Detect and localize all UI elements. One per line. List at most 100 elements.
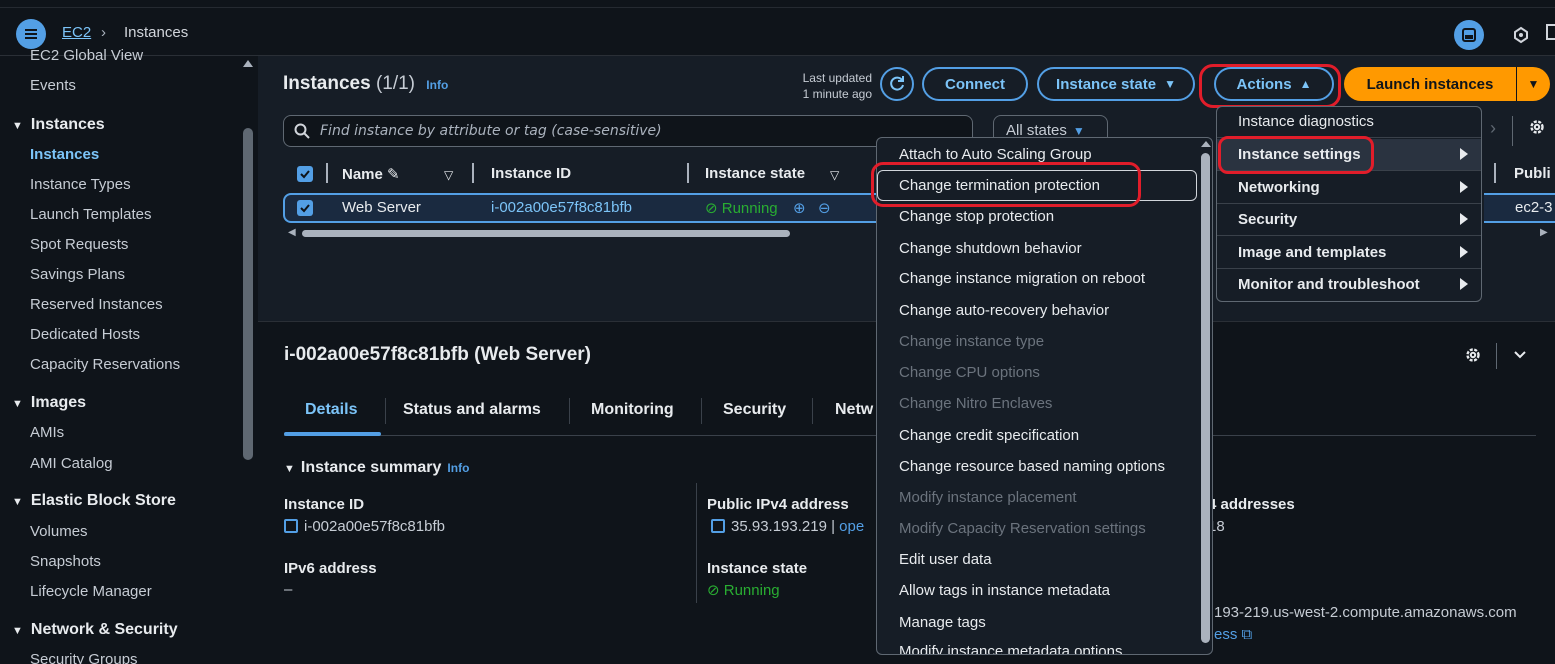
sidebar-group-instances[interactable]: ▼ Instances bbox=[12, 116, 105, 134]
last-updated-time: 1 minute ago bbox=[802, 87, 872, 101]
sidebar-item-ec2-global-view[interactable]: EC2 Global View bbox=[30, 47, 143, 64]
row-checkbox[interactable] bbox=[297, 200, 313, 216]
sidebar-item-reserved-instances[interactable]: Reserved Instances bbox=[30, 296, 163, 313]
column-divider bbox=[687, 163, 689, 183]
sidebar-scrollbar[interactable] bbox=[243, 128, 253, 460]
sidebar-group-images[interactable]: ▼ Images bbox=[12, 394, 86, 412]
details-settings-gear-icon[interactable] bbox=[1464, 346, 1482, 368]
table-horizontal-scrollbar[interactable] bbox=[302, 230, 790, 237]
menu-item-change-stop-protection[interactable]: Change stop protection bbox=[899, 208, 1054, 225]
column-header-instance-id[interactable]: Instance ID bbox=[491, 165, 571, 182]
tab-monitoring[interactable]: Monitoring bbox=[591, 401, 674, 419]
filter-caret-icon[interactable]: ▽ bbox=[830, 168, 839, 182]
menu-item-change-credit-specification[interactable]: Change credit specification bbox=[899, 427, 1079, 444]
column-header-instance-state[interactable]: Instance state bbox=[705, 165, 805, 182]
select-all-checkbox[interactable] bbox=[297, 166, 313, 182]
notifications-icon[interactable] bbox=[1510, 24, 1532, 46]
sidebar-item-instance-types[interactable]: Instance Types bbox=[30, 176, 131, 193]
menu-item-change-shutdown-behavior[interactable]: Change shutdown behavior bbox=[899, 240, 1082, 257]
cell-public-dns: ec2-3 bbox=[1515, 199, 1553, 216]
sidebar-item-spot-requests[interactable]: Spot Requests bbox=[30, 236, 128, 253]
instances-info-link[interactable]: Info bbox=[426, 78, 448, 92]
menu-item-attach-asg[interactable]: Attach to Auto Scaling Group bbox=[899, 146, 1092, 163]
chevron-down-icon[interactable] bbox=[1512, 348, 1528, 365]
sidebar-item-volumes[interactable]: Volumes bbox=[30, 523, 88, 540]
launch-dropdown-button[interactable]: ▼ bbox=[1516, 67, 1550, 101]
breadcrumb-ec2-link[interactable]: EC2 bbox=[62, 24, 91, 41]
sidebar-item-dedicated-hosts[interactable]: Dedicated Hosts bbox=[30, 326, 140, 343]
panel-toggle-icon[interactable] bbox=[1454, 20, 1484, 50]
menu-item-change-auto-recovery[interactable]: Change auto-recovery behavior bbox=[899, 302, 1109, 319]
column-divider bbox=[472, 163, 474, 183]
submenu-scrollbar[interactable] bbox=[1201, 153, 1210, 643]
sidebar-item-lifecycle-manager[interactable]: Lifecycle Manager bbox=[30, 583, 152, 600]
menu-item-allow-tags-metadata[interactable]: Allow tags in instance metadata bbox=[899, 582, 1110, 599]
menu-item-manage-tags[interactable]: Manage tags bbox=[899, 614, 986, 631]
launch-instances-button[interactable]: Launch instances bbox=[1344, 67, 1516, 101]
menu-item-instance-settings[interactable]: Instance settings bbox=[1238, 146, 1361, 163]
submenu-arrow-icon bbox=[1460, 246, 1468, 258]
tab-networking[interactable]: Netw bbox=[835, 401, 873, 419]
column-divider bbox=[326, 163, 328, 183]
menu-item-security[interactable]: Security bbox=[1238, 211, 1297, 228]
submenu-arrow-icon bbox=[1460, 278, 1468, 290]
menu-divider bbox=[1217, 235, 1481, 236]
table-settings-gear-icon[interactable] bbox=[1528, 118, 1546, 140]
next-page-icon[interactable]: › bbox=[1490, 118, 1496, 139]
instance-state-button[interactable]: Instance state ▼ bbox=[1037, 67, 1195, 101]
sidebar-item-amis[interactable]: AMIs bbox=[30, 424, 64, 441]
zoom-out-icon[interactable]: ⊖ bbox=[818, 199, 831, 217]
menu-item-change-migration-on-reboot[interactable]: Change instance migration on reboot bbox=[899, 270, 1145, 287]
caret-down-icon: ▼ bbox=[12, 496, 23, 508]
search-input[interactable] bbox=[320, 116, 960, 146]
divider bbox=[1496, 343, 1497, 369]
sidebar-item-events[interactable]: Events bbox=[30, 77, 76, 94]
sidebar-item-launch-templates[interactable]: Launch Templates bbox=[30, 206, 151, 223]
sidebar-group-elastic-block-store[interactable]: ▼ Elastic Block Store bbox=[12, 492, 176, 510]
copy-icon[interactable] bbox=[284, 519, 298, 533]
caret-down-icon: ▼ bbox=[12, 625, 23, 637]
submenu-scroll-up-icon[interactable] bbox=[1201, 141, 1211, 147]
tab-status-and-alarms[interactable]: Status and alarms bbox=[403, 401, 541, 419]
menu-item-instance-diagnostics[interactable]: Instance diagnostics bbox=[1238, 113, 1374, 130]
sidebar-item-capacity-reservations[interactable]: Capacity Reservations bbox=[30, 356, 180, 373]
connect-button[interactable]: Connect bbox=[922, 67, 1028, 101]
hamburger-menu-icon[interactable] bbox=[16, 19, 46, 49]
refresh-button[interactable] bbox=[880, 67, 914, 101]
refresh-icon bbox=[890, 76, 904, 91]
menu-item-networking[interactable]: Networking bbox=[1238, 179, 1320, 196]
sidebar-group-network-security[interactable]: ▼ Network & Security bbox=[12, 621, 178, 639]
filter-caret-icon[interactable]: ▽ bbox=[444, 168, 453, 182]
column-header-name[interactable]: Name ✎ bbox=[342, 165, 400, 183]
external-link-icon: ⧉ bbox=[1241, 626, 1253, 643]
menu-item-image-and-templates[interactable]: Image and templates bbox=[1238, 244, 1386, 261]
split-panel-icon[interactable] bbox=[1546, 24, 1555, 40]
sidebar-item-security-groups[interactable]: Security Groups bbox=[30, 651, 138, 664]
sidebar-item-savings-plans[interactable]: Savings Plans bbox=[30, 266, 125, 283]
summary-info-link[interactable]: Info bbox=[447, 461, 469, 475]
sidebar-scroll-up-icon[interactable] bbox=[243, 60, 253, 67]
sidebar-item-snapshots[interactable]: Snapshots bbox=[30, 553, 101, 570]
tab-details[interactable]: Details bbox=[305, 401, 357, 419]
menu-item-edit-user-data[interactable]: Edit user data bbox=[899, 551, 992, 568]
caret-down-icon: ▼ bbox=[12, 398, 23, 410]
scroll-left-icon[interactable]: ◀ bbox=[288, 227, 296, 238]
sidebar-item-instances[interactable]: Instances bbox=[30, 146, 99, 163]
open-address-link[interactable]: ope bbox=[839, 518, 864, 535]
menu-item-modify-placement: Modify instance placement bbox=[899, 489, 1077, 506]
column-header-public-dns[interactable]: Publi bbox=[1514, 165, 1551, 182]
menu-item-modify-metadata-options[interactable]: Modify instance metadata options bbox=[899, 643, 1122, 654]
zoom-in-icon[interactable]: ⊕ bbox=[793, 199, 806, 217]
sidebar-item-ami-catalog[interactable]: AMI Catalog bbox=[30, 455, 113, 472]
menu-item-change-resource-naming[interactable]: Change resource based naming options bbox=[899, 458, 1165, 475]
tab-security[interactable]: Security bbox=[723, 401, 786, 419]
menu-item-monitor-and-troubleshoot[interactable]: Monitor and troubleshoot bbox=[1238, 276, 1420, 293]
open-dns-link[interactable]: ess ⧉ bbox=[1214, 626, 1252, 643]
value-instance-id: i-002a00e57f8c81bfb bbox=[284, 518, 445, 535]
scroll-right-icon[interactable]: ▶ bbox=[1540, 227, 1548, 238]
copy-icon[interactable] bbox=[711, 519, 725, 533]
cell-instance-id-link[interactable]: i-002a00e57f8c81bfb bbox=[491, 199, 632, 216]
instance-summary-heading[interactable]: ▼ Instance summary Info bbox=[284, 459, 469, 477]
actions-button[interactable]: Actions ▲ bbox=[1214, 67, 1334, 101]
menu-item-change-nitro-enclaves: Change Nitro Enclaves bbox=[899, 395, 1053, 412]
